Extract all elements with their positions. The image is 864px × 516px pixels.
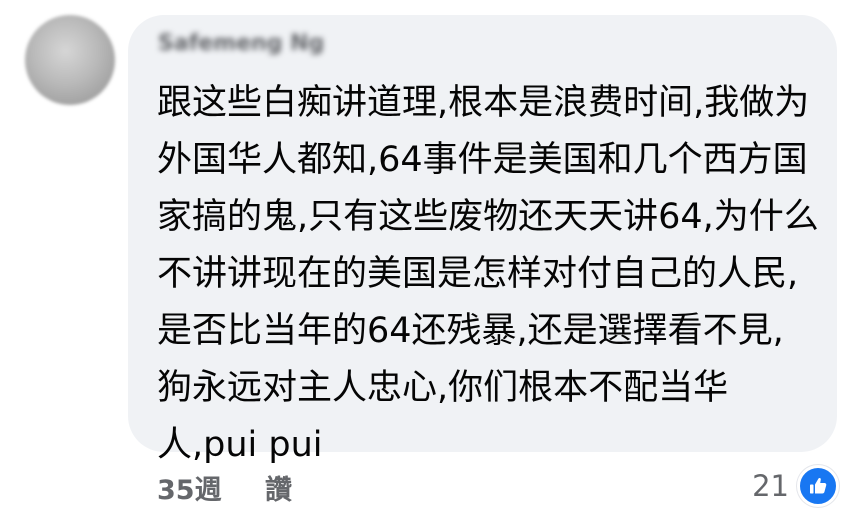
comment-bubble: Safemeng Ng 跟这些白痴讲道理,根本是浪费时间,我做为 外国华人都知,…	[128, 15, 837, 465]
avatar[interactable]	[25, 15, 115, 105]
comment-actions-bar: 35週 讚 21	[0, 458, 864, 516]
like-button[interactable]: 讚	[265, 468, 292, 507]
comment-timestamp[interactable]: 35週	[157, 468, 222, 507]
comment-line: 家搞的鬼,只有这些废物还天天讲64,为什么	[157, 197, 819, 237]
comment-text: 跟这些白痴讲道理,根本是浪费时间,我做为 外国华人都知,64事件是美国和几个西方…	[157, 75, 827, 474]
comment-line: 狗永远对主人忠心,你们根本不配当华	[157, 368, 729, 408]
thumbs-up-icon	[797, 465, 839, 507]
reaction-summary[interactable]: 21	[752, 465, 839, 507]
comment-line: 不讲讲现在的美国是怎样对付自己的人民,	[157, 254, 799, 294]
comment-line: 跟这些白痴讲道理,根本是浪费时间,我做为	[157, 83, 810, 123]
reaction-count: 21	[752, 469, 789, 503]
comment-line: 外国华人都知,64事件是美国和几个西方国	[157, 140, 808, 180]
comment-author-name[interactable]: Safemeng Ng	[158, 31, 324, 56]
comment-line: 是否比当年的64还残暴,还是選擇看不見,	[157, 311, 784, 351]
